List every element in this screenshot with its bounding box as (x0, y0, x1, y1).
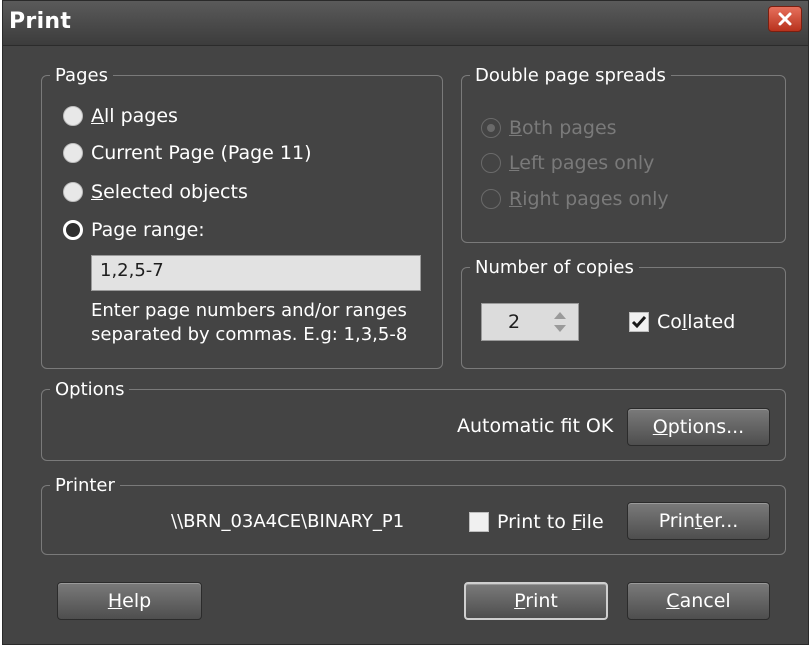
close-icon (778, 12, 792, 26)
collated-checkbox[interactable]: Collated (629, 311, 735, 333)
checkmark-icon (631, 316, 647, 329)
page-range-hint: Enter page numbers and/or ranges separat… (91, 299, 407, 347)
printer-group-legend: Printer (55, 475, 115, 496)
print-dialog: Print Pages All pages Current Page (Page… (2, 0, 809, 645)
radio-current-page-button[interactable] (63, 143, 83, 163)
print-button-label: Print (514, 590, 558, 612)
radio-selected-objects[interactable]: Selected objects (63, 181, 248, 203)
radio-current-page-label: Current Page (Page 11) (91, 142, 312, 164)
radio-page-range-button[interactable] (63, 220, 83, 240)
printer-button[interactable]: Printer... (627, 502, 770, 540)
copies-stepper[interactable]: 2 (481, 303, 579, 341)
radio-right-pages[interactable]: Right pages only (481, 188, 669, 210)
title-bar[interactable]: Print (3, 1, 808, 46)
printer-name: \\BRN_03A4CE\BINARY_P1 (171, 511, 405, 532)
page-range-input[interactable]: 1,2,5-7 (91, 255, 421, 291)
radio-current-page[interactable]: Current Page (Page 11) (63, 142, 311, 164)
copies-value: 2 (508, 311, 521, 333)
radio-all-pages-button[interactable] (63, 106, 83, 126)
fit-status: Automatic fit OK (457, 415, 614, 437)
radio-left-pages[interactable]: Left pages only (481, 152, 654, 174)
page-range-hint-line2: separated by commas. E.g: 1,3,5-8 (91, 324, 408, 345)
radio-both-pages[interactable]: Both pages (481, 117, 617, 139)
radio-left-pages-label: Left pages only (509, 152, 655, 174)
stepper-arrows-icon[interactable] (552, 308, 568, 336)
page-range-hint-line1: Enter page numbers and/or ranges (91, 300, 407, 321)
radio-both-pages-label: Both pages (509, 117, 617, 139)
radio-left-pages-button[interactable] (481, 153, 501, 173)
collated-checkbox-box[interactable] (629, 312, 649, 332)
page-range-value: 1,2,5-7 (100, 260, 164, 281)
collated-label: Collated (657, 311, 736, 333)
pages-group-legend: Pages (55, 65, 108, 86)
spreads-group-legend: Double page spreads (475, 65, 666, 86)
radio-selected-objects-label: Selected objects (91, 181, 248, 203)
dialog-title: Print (9, 9, 72, 34)
print-to-file-checkbox[interactable]: Print to File (469, 511, 604, 533)
radio-all-pages-label: All pages (91, 105, 178, 127)
radio-all-pages[interactable]: All pages (63, 105, 178, 127)
printer-button-label: Printer... (658, 510, 739, 532)
radio-selected-objects-button[interactable] (63, 182, 83, 202)
close-button[interactable] (768, 6, 802, 32)
radio-both-pages-button[interactable] (481, 118, 501, 138)
cancel-button[interactable]: Cancel (627, 582, 770, 620)
radio-page-range[interactable]: Page range: (63, 219, 205, 241)
radio-right-pages-button[interactable] (481, 189, 501, 209)
help-button[interactable]: Help (57, 582, 202, 620)
print-to-file-label: Print to File (497, 511, 604, 533)
radio-right-pages-label: Right pages only (509, 188, 669, 210)
options-button[interactable]: Options... (627, 408, 770, 446)
options-group-legend: Options (55, 379, 125, 400)
radio-page-range-label: Page range: (91, 219, 205, 241)
print-button[interactable]: Print (464, 582, 608, 620)
print-to-file-checkbox-box[interactable] (469, 512, 489, 532)
options-button-label: Options... (652, 416, 745, 438)
copies-group-legend: Number of copies (475, 257, 634, 278)
help-button-label: Help (107, 590, 152, 612)
cancel-button-label: Cancel (666, 590, 731, 612)
